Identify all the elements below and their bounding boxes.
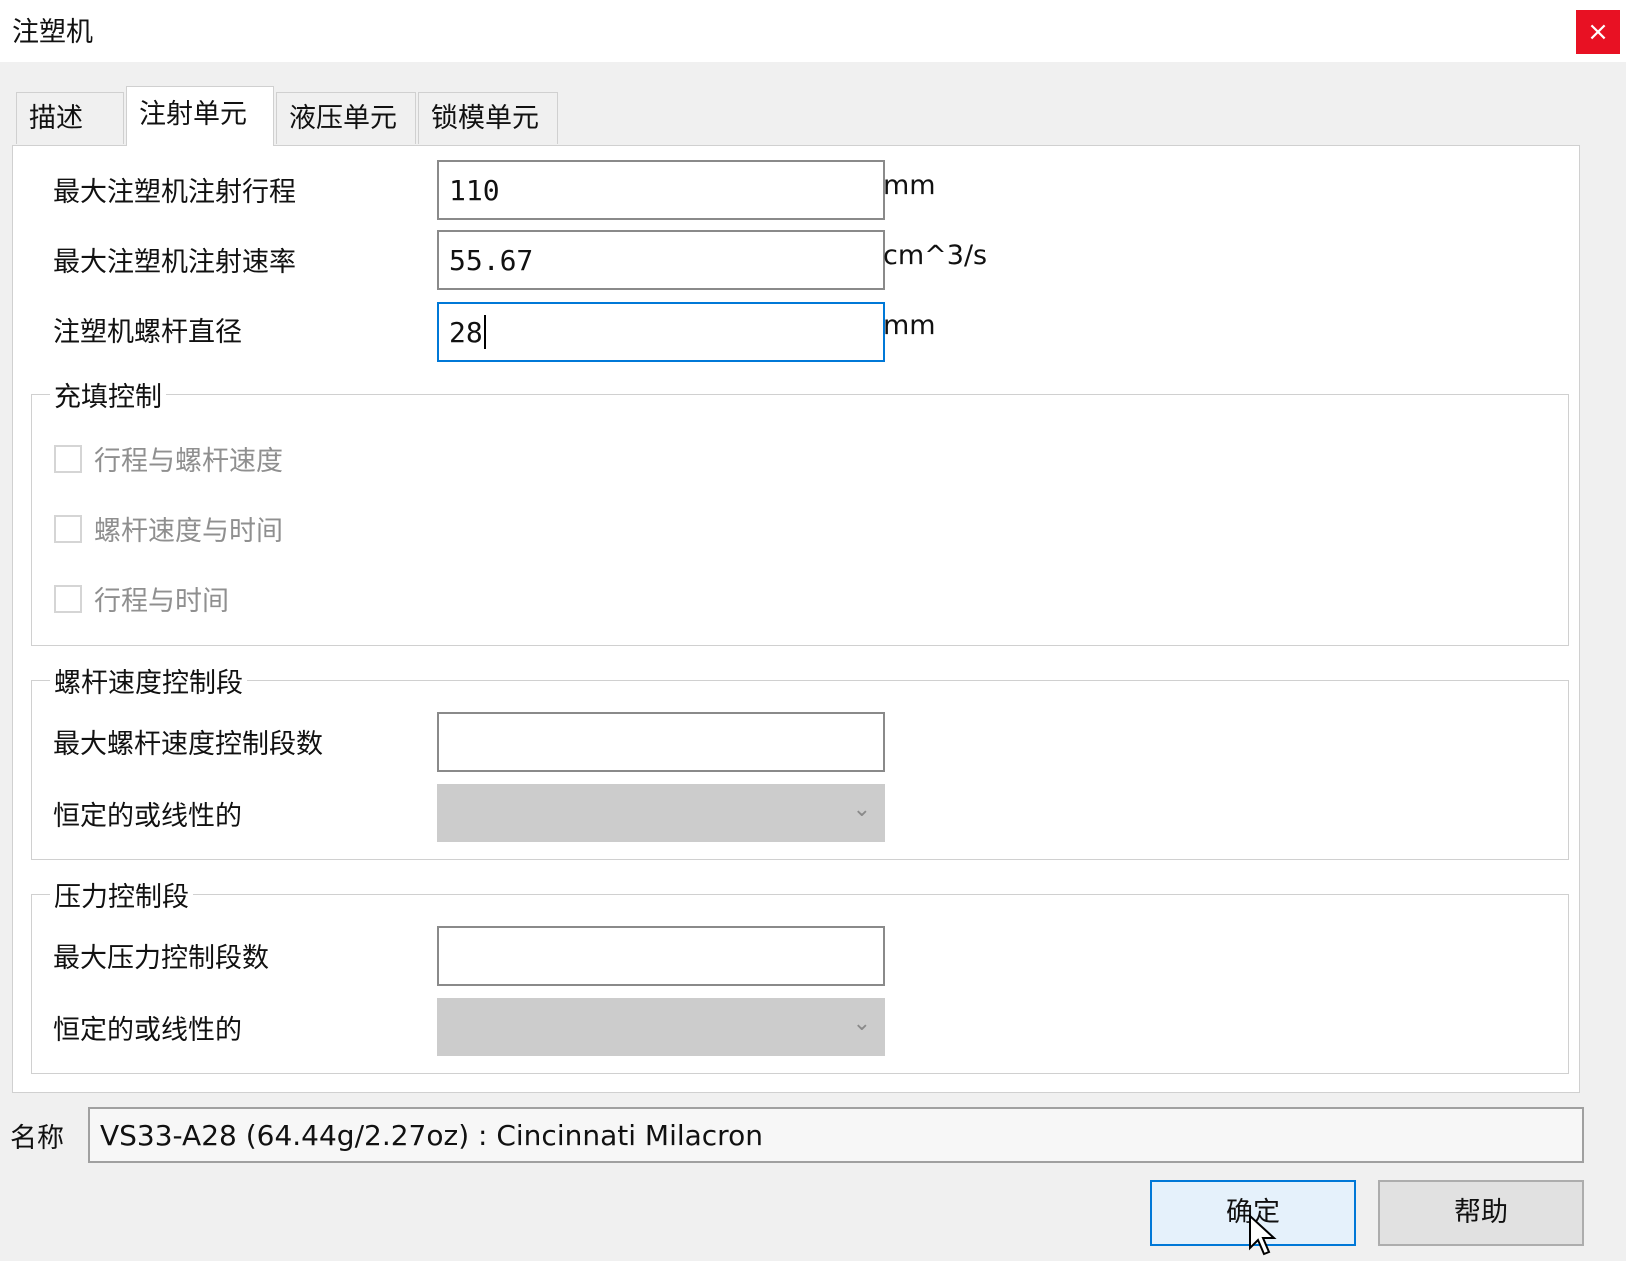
max-injection-rate-value: 55.67 xyxy=(449,243,534,277)
screw-diameter-unit: mm xyxy=(883,310,936,341)
screw-diameter-label: 注塑机螺杆直径 xyxy=(53,317,242,348)
tab-clamp-unit[interactable]: 锁模单元 xyxy=(418,92,558,144)
option-label: 螺杆速度与时间 xyxy=(94,516,283,547)
tab-label: 描述 xyxy=(29,103,83,134)
max-screw-speed-segments-input[interactable] xyxy=(437,712,885,772)
max-injection-rate-input[interactable]: 55.67 xyxy=(437,230,885,290)
text-caret xyxy=(483,315,486,349)
max-injection-stroke-input[interactable]: 110 xyxy=(437,160,885,220)
pressure-mode-select[interactable]: ⌄ xyxy=(437,998,885,1056)
help-button[interactable]: 帮助 xyxy=(1378,1180,1584,1246)
screw-speed-vs-time-option[interactable]: 螺杆速度与时间 xyxy=(54,509,283,548)
max-injection-rate-unit: cm^3/s xyxy=(883,240,988,271)
pressure-mode-label: 恒定的或线性的 xyxy=(53,1015,242,1046)
window-title: 注塑机 xyxy=(12,17,93,48)
tab-label: 液压单元 xyxy=(289,103,397,134)
max-injection-stroke-unit: mm xyxy=(883,170,936,201)
fill-control-title: 充填控制 xyxy=(50,375,166,414)
screw-diameter-value: 28 xyxy=(449,315,483,349)
max-screw-speed-segments-label: 最大螺杆速度控制段数 xyxy=(53,729,323,760)
fill-control-group: 充填控制 行程与螺杆速度 螺杆速度与时间 行程与时间 xyxy=(31,375,1569,646)
close-icon: × xyxy=(1587,17,1609,47)
chevron-down-icon: ⌄ xyxy=(852,1011,871,1036)
close-button[interactable]: × xyxy=(1576,10,1620,54)
screw-speed-mode-select[interactable]: ⌄ xyxy=(437,784,885,842)
name-field[interactable]: VS33-A28 (64.44g/2.27oz) : Cincinnati Mi… xyxy=(88,1107,1584,1163)
option-label: 行程与螺杆速度 xyxy=(94,446,283,477)
name-value: VS33-A28 (64.44g/2.27oz) : Cincinnati Mi… xyxy=(100,1118,763,1152)
stroke-vs-screw-speed-option[interactable]: 行程与螺杆速度 xyxy=(54,439,283,478)
tab-description[interactable]: 描述 xyxy=(16,92,124,144)
option-label: 行程与时间 xyxy=(94,586,229,617)
pressure-control-title: 压力控制段 xyxy=(50,875,193,914)
max-injection-rate-label: 最大注塑机注射速率 xyxy=(53,247,296,278)
checkbox[interactable] xyxy=(54,584,82,613)
tab-injection-unit[interactable]: 注射单元 xyxy=(126,86,274,146)
chevron-down-icon: ⌄ xyxy=(852,797,871,822)
tab-hydraulic-unit[interactable]: 液压单元 xyxy=(276,92,416,144)
checkbox[interactable] xyxy=(54,444,82,473)
screw-diameter-input[interactable]: 28 xyxy=(437,302,885,362)
title-bar: 注塑机 × xyxy=(0,0,1626,62)
max-pressure-segments-input[interactable] xyxy=(437,926,885,986)
max-injection-stroke-label: 最大注塑机注射行程 xyxy=(53,177,296,208)
checkbox[interactable] xyxy=(54,514,82,543)
screw-speed-mode-label: 恒定的或线性的 xyxy=(53,801,242,832)
screw-speed-control-title: 螺杆速度控制段 xyxy=(50,661,247,700)
stroke-vs-time-option[interactable]: 行程与时间 xyxy=(54,579,229,618)
injection-unit-panel: 最大注塑机注射行程 110 mm 最大注塑机注射速率 55.67 cm^3/s … xyxy=(12,145,1580,1093)
tab-label: 注射单元 xyxy=(139,99,247,130)
ok-button[interactable]: 确定 xyxy=(1150,1180,1356,1246)
max-injection-stroke-value: 110 xyxy=(449,173,500,207)
max-pressure-segments-label: 最大压力控制段数 xyxy=(53,943,269,974)
tab-label: 锁模单元 xyxy=(431,103,539,134)
name-label: 名称 xyxy=(10,1123,64,1154)
